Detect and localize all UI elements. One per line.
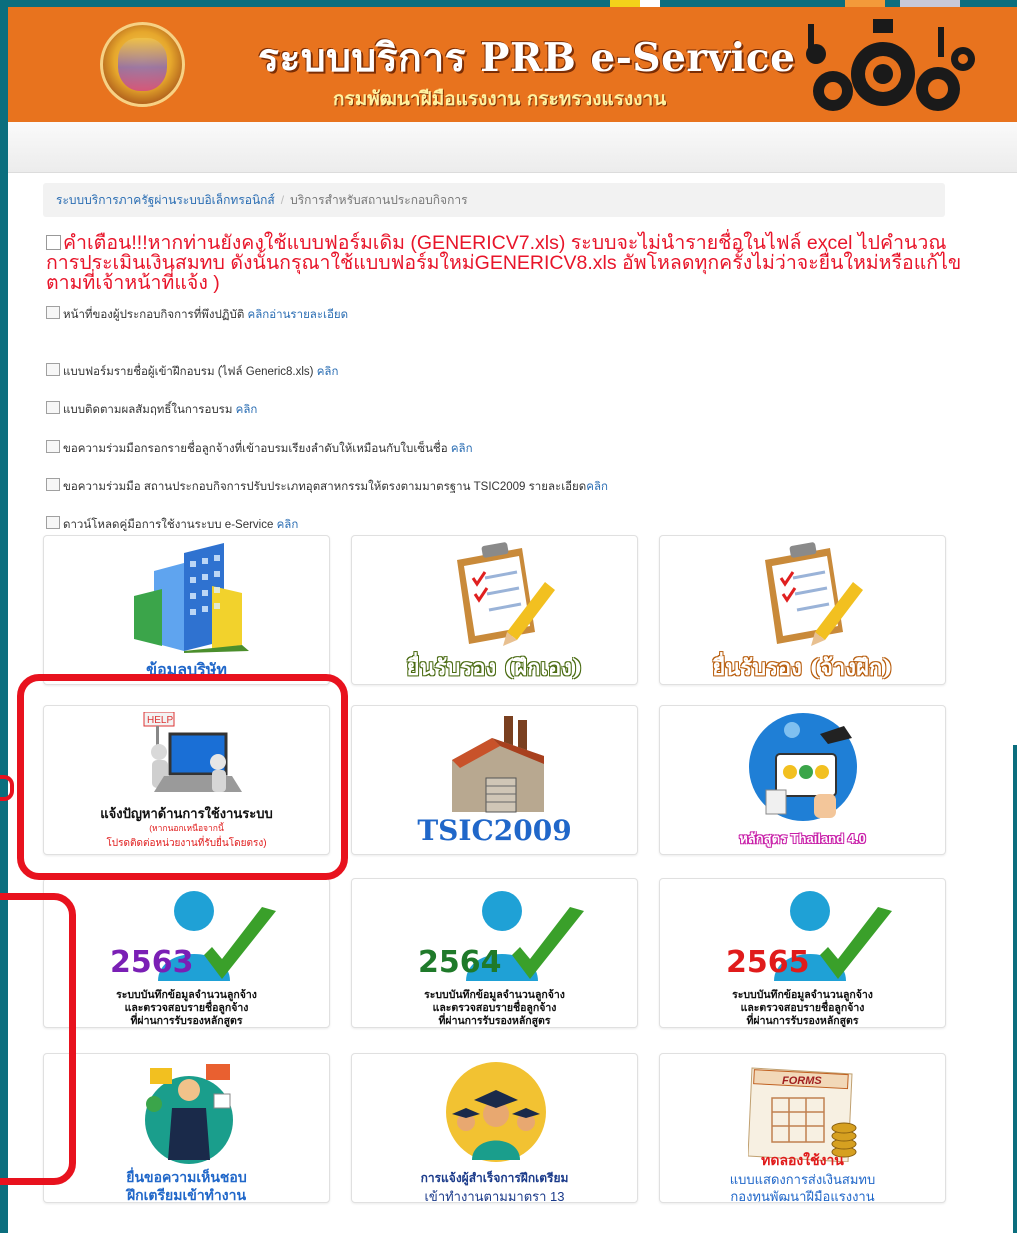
factory-icon [452,716,544,813]
office-building-icon [134,543,249,653]
broken-image-icon [46,516,60,529]
link-row-manual: ดาวน์โหลดคู่มือการใช้งานระบบ e-Service ค… [46,516,298,534]
navbar [8,122,1017,173]
tile-company-info[interactable]: ข้อมูลบริษัท [43,535,330,685]
tile-line: เข้าทำงานตามมาตรา 13 [424,1189,565,1203]
tile-line: และตรวจสอบรายชื่อลูกจ้าง [432,1002,557,1014]
right-edge-strip [1013,745,1017,1233]
graduates-icon [446,1062,546,1162]
order-names-link[interactable]: คลิก [451,443,473,455]
link-row-order-names: ขอความร่วมมือกรอกรายชื่อลูกจ้างที่เข้าอบ… [46,440,473,458]
tile-note: (หากนอกเหนือจากนี้ [149,823,224,833]
tile-line: และตรวจสอบรายชื่อลูกจ้าง [124,1002,249,1014]
read-details-link[interactable]: คลิกอ่านรายละเอียด [248,309,349,321]
forms-sign-text: FORMS [782,1075,822,1087]
tile-request-approval[interactable]: ยื่นขอความเห็นชอบ ฝึกเตรียมเข้าทำงาน [43,1053,330,1203]
link-row-generic-form: แบบฟอร์มรายชื่อผู้เข้าฝึกอบรม (ไฟล์ Gene… [46,363,338,381]
site-subtitle: กรมพัฒนาฝีมือแรงงาน กระทรวงแรงงาน [333,88,667,110]
link-row-text: ขอความร่วมมือ สถานประกอบกิจการปรับประเภท… [63,481,587,493]
tile-line: กองทุนพัฒนาฝีมือแรงงาน [730,1189,875,1203]
tile-line: ระบบบันทึกข้อมูลจำนวนลูกจ้าง [732,989,873,1001]
tile-line: ที่ผ่านการรับรองหลักสูตร [130,1015,243,1027]
manual-download-link[interactable]: คลิก [277,519,299,531]
link-row-text: หน้าที่ของผู้ประกอบกิจการที่พึงปฏิบัติ [63,309,245,321]
tile-employee-record-2563[interactable]: 2563 ระบบบันทึกข้อมูลจำนวนลูกจ้าง และตรว… [43,878,330,1028]
followup-link[interactable]: คลิก [236,404,258,416]
tile-label: TSIC2009 [417,814,572,847]
forms-coins-icon: FORMS [748,1067,857,1162]
highlight-frame-fragment [0,775,14,801]
breadcrumb: ระบบบริการภาครัฐผ่านระบบอิเล็กทรอนิกส์ / บ… [43,183,945,217]
breadcrumb-separator: / [280,193,285,207]
warning-text: คำเตือน!!!หากท่านยังคงใช้แบบฟอร์มเดิม (G… [46,232,962,294]
help-sign-text: HELP [147,715,173,726]
tile-report-problem[interactable]: HELP แจ้งปัญหาด้านการใช้งานระบบ (หากนอกเ… [43,705,330,855]
tile-line: ระบบบันทึกข้อมูลจำนวนลูกจ้าง [424,989,565,1001]
help-laptop-icon: HELP [143,712,242,792]
broken-image-icon [46,363,60,376]
breadcrumb-current: บริการสำหรับสถานประกอบกิจการ [290,193,468,207]
tile-label: ยื่นรับรอง (จ้างฝึก) [712,655,893,681]
link-row-text: แบบติดตามผลสัมฤทธิ์ในการอบรม [63,404,233,416]
tile-label: ข้อมูลบริษัท [146,662,227,679]
department-emblem-icon [100,22,185,107]
broken-image-icon [46,235,61,250]
broken-image-icon [46,478,60,491]
tile-certify-outsourced-training[interactable]: ยื่นรับรอง (จ้างฝึก) [659,535,946,685]
tile-line: ฝึกเตรียมเข้าทำงาน [126,1187,247,1203]
tile-thailand-4-0[interactable]: หลักสูตร Thailand 4.0 [659,705,946,855]
tile-notify-graduates[interactable]: การแจ้งผู้สำเร็จการฝึกเตรียม เข้าทำงานตา… [351,1053,638,1203]
broken-image-icon [46,306,60,319]
tile-employee-record-2565[interactable]: 2565 ระบบบันทึกข้อมูลจำนวนลูกจ้าง และตรว… [659,878,946,1028]
tile-note: โปรดติดต่อหน่วยงานที่รับยื่นโดยตรง) [106,838,267,849]
tile-tsic2009[interactable]: TSIC2009 [351,705,638,855]
clipboard-pencil-icon [457,542,555,646]
tsic-details-link[interactable]: คลิก [586,481,608,493]
tile-line: และตรวจสอบรายชื่อลูกจ้าง [740,1002,865,1014]
link-row-followup: แบบติดตามผลสัมฤทธิ์ในการอบรม คลิก [46,401,257,419]
breadcrumb-home-link[interactable]: ระบบบริการภาครัฐผ่านระบบอิเล็กทรอนิกส์ [56,193,275,207]
link-row-duties: หน้าที่ของผู้ประกอบกิจการที่พึงปฏิบัติ ค… [46,306,348,324]
year-label: 2563 [110,945,194,980]
businessman-icon [145,1064,233,1164]
tile-employee-record-2564[interactable]: 2564 ระบบบันทึกข้อมูลจำนวนลูกจ้าง และตรว… [351,878,638,1028]
tile-line: ที่ผ่านการรับรองหลักสูตร [438,1015,551,1027]
generic-form-link[interactable]: คลิก [317,366,339,378]
header-banner: ระบบบริการ PRB e-Service กรมพัฒนาฝีมือแร… [8,7,1017,122]
year-label: 2564 [418,945,502,980]
broken-image-icon [46,401,60,414]
broken-image-icon [46,440,60,453]
link-row-tsic: ขอความร่วมมือ สถานประกอบกิจการปรับประเภท… [46,478,608,496]
tile-certify-self-training[interactable]: ยื่นรับรอง (ฝึกเอง) [351,535,638,685]
tile-contribution-form[interactable]: FORMS ทดลองใช้งาน แบบแสดงการส่งเงินสมทบ … [659,1053,946,1203]
link-row-text: แบบฟอร์มรายชื่อผู้เข้าฝึกอบรม (ไฟล์ Gene… [63,366,314,378]
site-title: ระบบบริการ PRB e-Service [258,35,796,81]
tile-line: ที่ผ่านการรับรองหลักสูตร [746,1015,859,1027]
clipboard-pencil-icon [765,542,863,646]
gears-workers-icon [806,19,975,111]
tile-label: หลักสูตร Thailand 4.0 [739,831,866,846]
year-label: 2565 [726,945,810,980]
tile-line: ระบบบันทึกข้อมูลจำนวนลูกจ้าง [116,989,257,1001]
tile-label: ยื่นรับรอง (ฝึกเอง) [406,655,583,681]
warning-message: คำเตือน!!!หากท่านยังคงใช้แบบฟอร์มเดิม (G… [46,233,976,293]
link-row-text: ขอความร่วมมือกรอกรายชื่อลูกจ้างที่เข้าอบ… [63,443,448,455]
link-row-text: ดาวน์โหลดคู่มือการใช้งานระบบ e-Service [63,519,274,531]
page: ระบบบริการ PRB e-Service กรมพัฒนาฝีมือแร… [8,7,1017,1233]
online-learning-icon [749,713,857,821]
